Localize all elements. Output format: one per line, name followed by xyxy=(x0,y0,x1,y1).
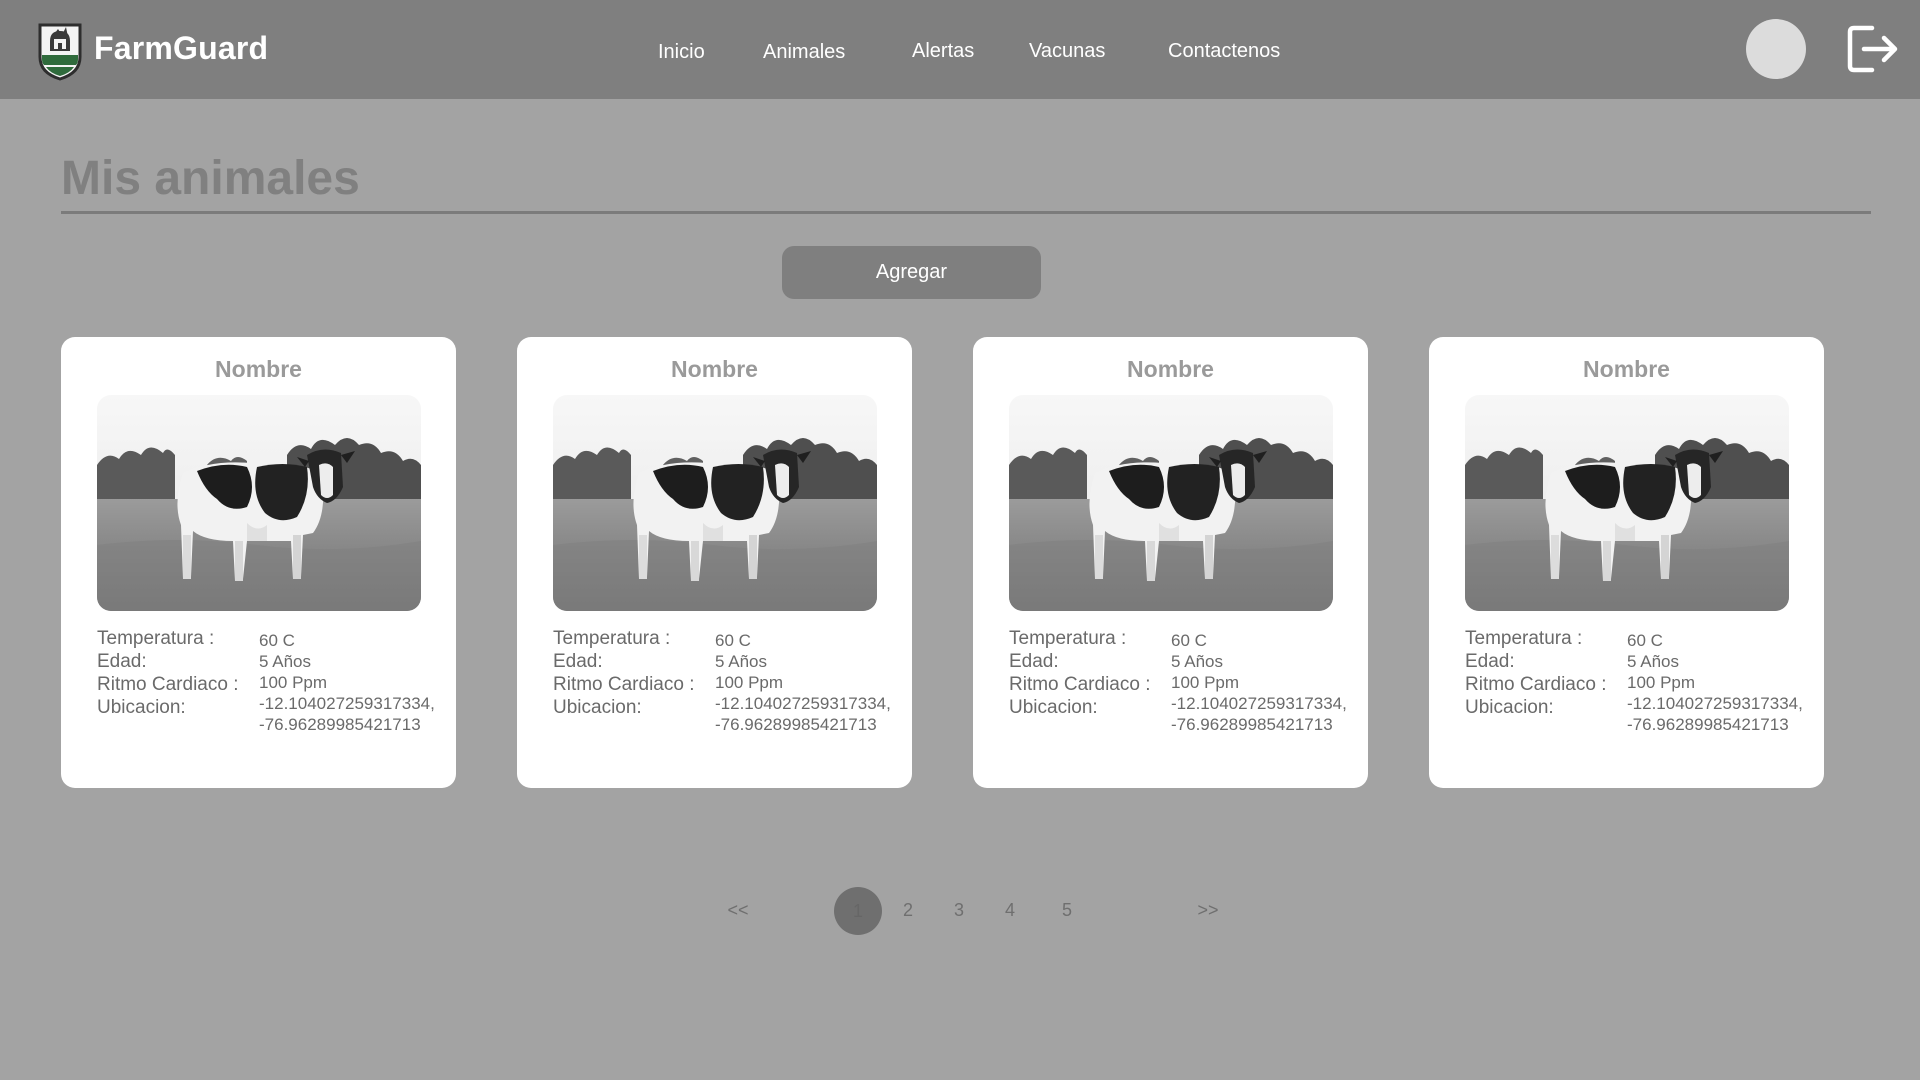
pagination-page-1-current[interactable]: 1 xyxy=(834,887,882,935)
temperature-value: 60 C xyxy=(1627,631,1663,650)
heart-rate-label: Ritmo Cardiaco : xyxy=(1465,674,1607,695)
temperature-label: Temperatura : xyxy=(1009,628,1127,649)
heart-rate-label: Ritmo Cardiaco : xyxy=(97,674,239,695)
age-value: 5 Años xyxy=(259,652,311,671)
title-divider xyxy=(61,211,1871,214)
location-lat-value: -12.104027259317334, xyxy=(1627,694,1803,713)
animal-name: Nombre xyxy=(1127,356,1214,382)
location-label: Ubicacion: xyxy=(1465,697,1554,718)
farm-shield-logo-icon[interactable] xyxy=(36,17,84,81)
animal-card[interactable]: Nombre Temperatura : 60 C Edad: 5 Años R… xyxy=(1429,337,1824,788)
temperature-label: Temperatura : xyxy=(97,628,215,649)
temperature-value: 60 C xyxy=(715,631,751,650)
age-value: 5 Años xyxy=(1171,652,1223,671)
animal-card[interactable]: Nombre Temperatura : 60 C Edad: 5 Años R… xyxy=(61,337,456,788)
age-label: Edad: xyxy=(553,651,603,672)
location-lng-value: -76.96289985421713 xyxy=(1627,715,1789,734)
heart-rate-value: 100 Ppm xyxy=(259,673,328,692)
location-lat-value: -12.104027259317334, xyxy=(259,694,435,713)
temperature-value: 60 C xyxy=(1171,631,1207,650)
animal-card[interactable]: Nombre Temperatura : 60 C Edad: 5 Años R… xyxy=(517,337,912,788)
location-label: Ubicacion: xyxy=(1009,697,1098,718)
user-avatar[interactable] xyxy=(1746,19,1806,79)
nav-inicio[interactable]: Inicio xyxy=(658,40,705,64)
location-lng-value: -76.96289985421713 xyxy=(259,715,421,734)
animal-card[interactable]: Nombre Temperatura : 60 C Edad: 5 Años R… xyxy=(973,337,1368,788)
heart-rate-value: 100 Ppm xyxy=(1627,673,1696,692)
animal-photo xyxy=(1009,395,1333,611)
location-lng-value: -76.96289985421713 xyxy=(1171,715,1333,734)
age-label: Edad: xyxy=(97,651,147,672)
add-animal-button[interactable]: Agregar xyxy=(782,246,1041,299)
pagination-next[interactable]: >> xyxy=(1194,899,1222,921)
location-lat-value: -12.104027259317334, xyxy=(715,694,891,713)
temperature-label: Temperatura : xyxy=(553,628,671,649)
heart-rate-label: Ritmo Cardiaco : xyxy=(1009,674,1151,695)
animal-name: Nombre xyxy=(215,356,302,382)
temperature-label: Temperatura : xyxy=(1465,628,1583,649)
location-label: Ubicacion: xyxy=(553,697,642,718)
heart-rate-value: 100 Ppm xyxy=(715,673,784,692)
pagination-page-5[interactable]: 5 xyxy=(1055,899,1079,921)
age-value: 5 Años xyxy=(715,652,767,671)
animal-photo xyxy=(1465,395,1789,611)
nav-alertas[interactable]: Alertas xyxy=(912,39,974,63)
brand-name[interactable]: FarmGuard xyxy=(94,28,268,68)
age-value: 5 Años xyxy=(1627,652,1679,671)
animal-name: Nombre xyxy=(671,356,758,382)
location-lat-value: -12.104027259317334, xyxy=(1171,694,1347,713)
pagination-prev[interactable]: << xyxy=(724,899,752,921)
pagination-page-2[interactable]: 2 xyxy=(896,899,920,921)
temperature-value: 60 C xyxy=(259,631,295,650)
location-lng-value: -76.96289985421713 xyxy=(715,715,877,734)
location-label: Ubicacion: xyxy=(97,697,186,718)
top-navigation-bar: FarmGuard Inicio Animales Alertas Vacuna… xyxy=(0,0,1920,99)
animal-photo xyxy=(97,395,421,611)
age-label: Edad: xyxy=(1009,651,1059,672)
heart-rate-value: 100 Ppm xyxy=(1171,673,1240,692)
pagination-page-4[interactable]: 4 xyxy=(998,899,1022,921)
nav-contactenos[interactable]: Contactenos xyxy=(1168,39,1280,63)
page-title: Mis animales xyxy=(61,152,360,205)
age-label: Edad: xyxy=(1465,651,1515,672)
heart-rate-label: Ritmo Cardiaco : xyxy=(553,674,695,695)
pagination-page-3[interactable]: 3 xyxy=(947,899,971,921)
logout-icon[interactable] xyxy=(1846,24,1900,74)
nav-animales[interactable]: Animales xyxy=(763,40,845,64)
nav-vacunas[interactable]: Vacunas xyxy=(1029,39,1105,63)
animal-name: Nombre xyxy=(1583,356,1670,382)
animal-photo xyxy=(553,395,877,611)
